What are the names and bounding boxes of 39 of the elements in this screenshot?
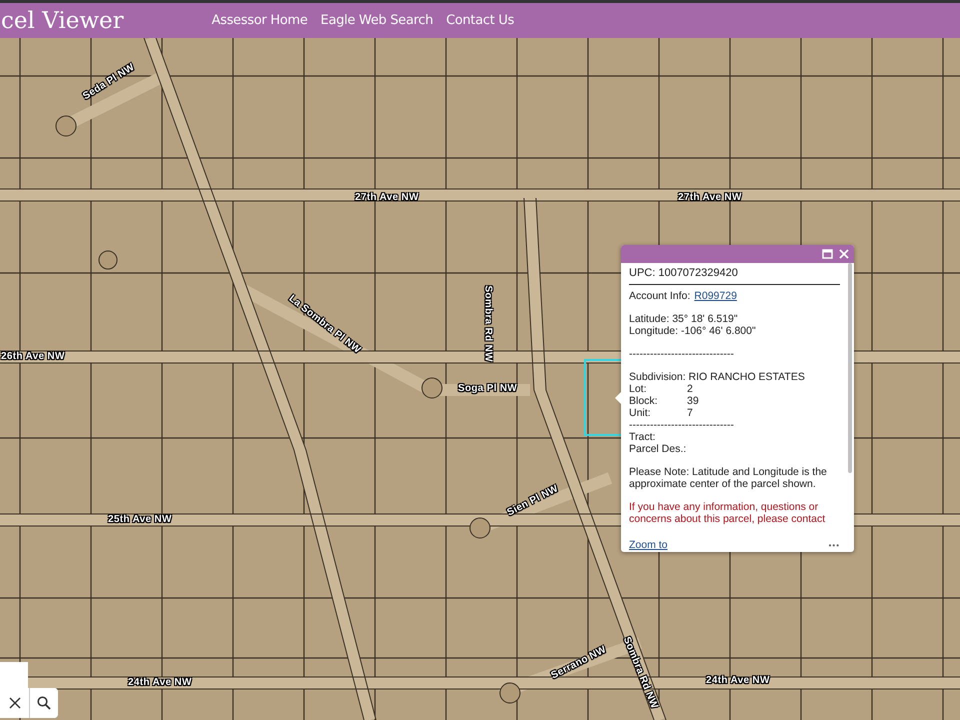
street-label: Sien Pl NW [506, 483, 560, 518]
info-text: Tract: [629, 431, 656, 443]
field-value: 2 [687, 383, 693, 395]
street-label: 27th Ave NW [678, 192, 742, 203]
zoom-to-link[interactable]: Zoom to [629, 539, 668, 551]
search-icon [37, 696, 51, 710]
upc-text: UPC: 1007072329420 [629, 267, 738, 279]
info-text: ------------------------------ [629, 348, 735, 360]
field-value: 39 [687, 395, 699, 407]
account-link[interactable]: R099729 [694, 290, 737, 302]
search-button[interactable] [29, 688, 58, 718]
maximize-icon[interactable] [822, 249, 833, 259]
info-text: Please Note: Latitude and Longitude is the approximate center of the parcel shown. [629, 466, 828, 490]
app-title: cel Viewer [1, 8, 124, 34]
nav-link[interactable]: Assessor Home [212, 13, 308, 28]
street-label: Seda Pl NW [81, 62, 137, 102]
info-text: Longitude: -106° 46' 6.800" [629, 325, 757, 337]
info-text: Subdivision: RIO RANCHO ESTATES [629, 371, 806, 383]
field-label: Lot: [629, 383, 648, 395]
street-label: Sombra Rd NW [482, 286, 494, 362]
info-text: Latitude: 35° 18' 6.519" [629, 313, 739, 325]
nav-link[interactable]: Eagle Web Search [320, 13, 434, 28]
nav-link[interactable]: Contact Us [446, 13, 514, 28]
street-label: 25th Ave NW [108, 514, 172, 525]
street-label: 24th Ave NW [706, 675, 770, 686]
contact-note: If you have any information, questions or concerns about this parcel, please contact [629, 501, 826, 525]
field-label: Block: [629, 395, 659, 407]
street-label: 27th Ave NW [355, 192, 419, 203]
street-label: 24th Ave NW [128, 677, 192, 688]
close-icon [8, 697, 20, 709]
street-label: 26th Ave NW [1, 351, 65, 362]
field-label: Unit: [629, 407, 652, 419]
info-text: Parcel Des.: [629, 443, 688, 455]
info-text: ------------------------------ [629, 419, 735, 431]
more-options[interactable]: ••• [828, 540, 840, 550]
field-value: 7 [687, 407, 693, 419]
street-label: Soga Pl NW [458, 383, 518, 394]
close-icon[interactable] [839, 249, 849, 259]
field-label: Account Info: [629, 290, 690, 302]
